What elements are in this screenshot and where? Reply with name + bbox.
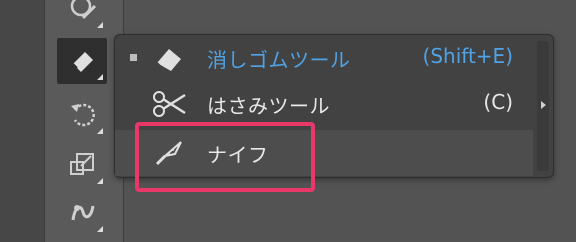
tool-eraser[interactable] bbox=[57, 38, 107, 84]
left-panel-edge bbox=[0, 0, 44, 242]
expand-arrow-icon[interactable] bbox=[541, 101, 546, 109]
scale-icon bbox=[70, 153, 94, 175]
rotate-icon bbox=[71, 103, 95, 127]
tool-warp[interactable] bbox=[57, 190, 107, 236]
flyout-item-shortcut: (C) bbox=[483, 90, 513, 114]
warp-icon bbox=[71, 205, 95, 221]
shaper-icon bbox=[70, 0, 97, 20]
flyout-item-shortcut: (Shift+E) bbox=[422, 44, 513, 68]
annotation-highlight bbox=[135, 122, 315, 192]
tools-panel bbox=[44, 0, 124, 242]
tool-scale[interactable] bbox=[57, 142, 107, 188]
flyout-item-label: はさみツール bbox=[207, 94, 330, 118]
flyout-item-eraser[interactable]: 消しゴムツール (Shift+E) bbox=[115, 35, 533, 81]
submenu-indicator bbox=[97, 226, 103, 232]
flyout-item-label: 消しゴムツール bbox=[207, 48, 351, 72]
tool-shaper[interactable] bbox=[57, 0, 107, 32]
submenu-indicator bbox=[97, 128, 103, 134]
tool-rotate[interactable] bbox=[57, 92, 107, 138]
submenu-indicator bbox=[97, 74, 103, 80]
flyout-item-scissors[interactable]: はさみツール (C) bbox=[115, 81, 533, 127]
scissors-icon bbox=[153, 91, 186, 117]
submenu-indicator bbox=[97, 22, 103, 28]
eraser-icon bbox=[72, 52, 93, 72]
eraser-icon bbox=[156, 49, 181, 71]
selected-bullet bbox=[130, 54, 137, 61]
submenu-indicator bbox=[97, 178, 103, 184]
